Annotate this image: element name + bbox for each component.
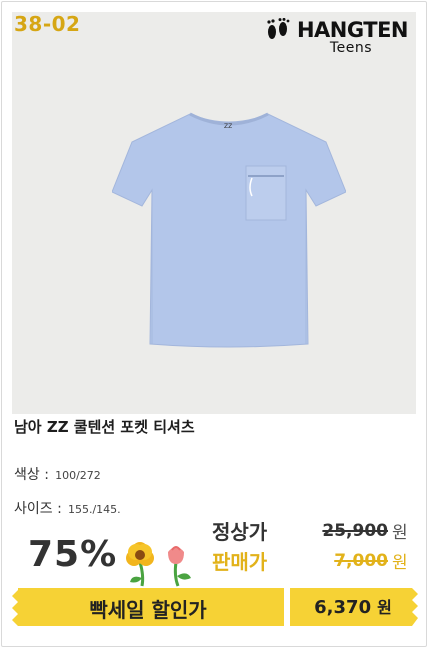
flash-sale-label: 빡세일 할인가 <box>89 598 207 622</box>
brand-logo: HANGTEN Teens <box>265 18 409 56</box>
flash-sale-price-box: 6,370 원 <box>290 594 416 618</box>
sale-price: 7,000 <box>334 550 388 571</box>
product-photo[interactable]: ZZ <box>12 12 416 414</box>
flash-sale-price: 6,370 <box>314 597 372 618</box>
brand-sub: Teens <box>329 40 372 56</box>
regular-price-label: 정상가 <box>212 520 268 544</box>
color-label: 색상 : <box>14 467 49 483</box>
brand-name: HANGTEN <box>296 18 409 42</box>
flash-sale-banner[interactable]: 빡세일 할인가 6,370 원 <box>12 586 418 628</box>
product-title[interactable]: 남아 ZZ 쿨텐션 포켓 티셔츠 <box>14 416 195 437</box>
regular-price: 25,900 <box>322 520 388 541</box>
regular-currency: 원 <box>392 523 408 543</box>
svg-text:ZZ: ZZ <box>224 123 232 130</box>
footprint-icon <box>267 18 290 39</box>
discount-rate: 75% <box>28 534 118 575</box>
size-value: 155./145. <box>67 503 121 516</box>
size-label: 사이즈 : <box>14 501 62 517</box>
sale-price-row: 판매가 7,000 원 <box>212 546 408 575</box>
flowers-icon <box>126 542 191 587</box>
tshirt-image: ZZ <box>112 112 346 348</box>
product-code: 38-02 <box>14 12 81 36</box>
regular-price-row: 정상가 25,900 원 <box>212 516 408 545</box>
size-option: 사이즈 : 155./145. <box>14 498 121 518</box>
sale-price-label: 판매가 <box>212 550 268 574</box>
color-option: 색상 : 100/272 <box>14 464 101 484</box>
flash-sale-currency: 원 <box>377 598 392 617</box>
color-value: 100/272 <box>55 469 101 482</box>
sale-currency: 원 <box>392 553 408 573</box>
